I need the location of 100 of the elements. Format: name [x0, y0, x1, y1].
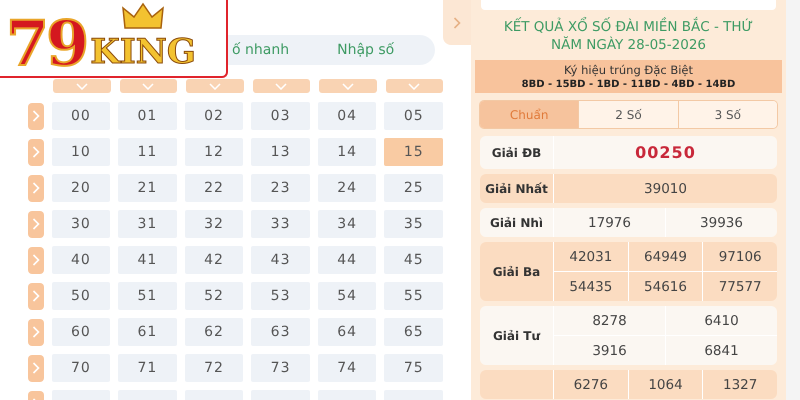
number-cell[interactable]: 23	[251, 174, 310, 202]
chevron-right-icon	[32, 254, 40, 266]
chevron-down-icon	[275, 82, 288, 90]
column-select-button[interactable]	[53, 79, 110, 93]
number-cell[interactable]: 73	[251, 354, 310, 382]
prize-label: Giải Nhất	[485, 182, 548, 196]
number-cell[interactable]: 05	[384, 102, 444, 130]
number-cell[interactable]: 31	[118, 210, 177, 238]
number-cell[interactable]: 34	[318, 210, 376, 238]
number-cell[interactable]: 63	[251, 318, 310, 346]
prize-number: 42031	[569, 248, 612, 264]
number-cell[interactable]: 52	[184, 282, 244, 310]
prize-number: 64949	[644, 248, 687, 264]
number-cell[interactable]: 02	[184, 102, 244, 130]
prize-label: Giải Nhì	[490, 216, 544, 230]
number-cell[interactable]: 04	[318, 102, 376, 130]
number-cell[interactable]: 15	[384, 138, 444, 166]
number-cell[interactable]: 62	[184, 318, 244, 346]
number-cell[interactable]: 51	[118, 282, 177, 310]
number-cell[interactable]: 12	[184, 138, 244, 166]
number-cell[interactable]: 50	[52, 282, 110, 310]
row-select-button[interactable]	[28, 282, 44, 310]
chevron-right-icon	[32, 110, 40, 122]
number-cell[interactable]: 53	[251, 282, 310, 310]
chevron-right-icon[interactable]	[443, 0, 471, 45]
column-select-button[interactable]	[252, 79, 310, 93]
number-cell[interactable]: 43	[251, 246, 310, 274]
symbols-label: Ký hiệu trúng Đặc Biệt	[564, 63, 694, 77]
number-cell[interactable]: 74	[318, 354, 376, 382]
chevron-down-icon	[142, 82, 154, 90]
chevron-down-icon	[76, 82, 88, 90]
chevron-right-icon	[32, 182, 40, 194]
number-cell[interactable]: 25	[384, 174, 444, 202]
row-select-button[interactable]	[28, 174, 44, 202]
prize-number: 39010	[644, 180, 687, 196]
prize-label: Giải ĐB	[492, 146, 542, 160]
number-cell[interactable]: 03	[251, 102, 310, 130]
prize-number: 54435	[569, 278, 612, 294]
number-cell[interactable]: 55	[384, 282, 444, 310]
results-title: KẾT QUẢ XỔ SỐ ĐÀI MIỀN BẮC - THỨ NĂM NGÀY 28-05-2026	[494, 18, 764, 54]
chevron-right-icon	[32, 146, 40, 158]
number-cell[interactable]: 20	[52, 174, 110, 202]
number-cell[interactable]: 71	[118, 354, 177, 382]
number-cell[interactable]: 33	[251, 210, 310, 238]
prize-number: 6841	[704, 342, 739, 358]
number-cell[interactable]: 00	[52, 102, 110, 130]
number-cell[interactable]: 35	[384, 210, 444, 238]
row-select-button[interactable]	[28, 318, 44, 346]
column-select-button[interactable]	[319, 79, 376, 93]
prize-number: 3916	[592, 342, 627, 358]
prize-number: 97106	[718, 248, 762, 264]
number-cell[interactable]: 14	[318, 138, 376, 166]
number-cell[interactable]: 54	[318, 282, 376, 310]
prize-label: Giải Ba	[492, 264, 540, 278]
prize-number: 6410	[704, 312, 739, 328]
number-cell[interactable]: 32	[184, 210, 244, 238]
number-cell[interactable]: 13	[251, 138, 310, 166]
number-cell[interactable]: 42	[184, 246, 244, 274]
prize-number: 17976	[588, 214, 631, 230]
row-select-button[interactable]	[28, 354, 44, 382]
row-select-button[interactable]	[28, 210, 44, 238]
row-select-button[interactable]	[28, 138, 44, 166]
number-cell[interactable]: 64	[318, 318, 376, 346]
number-cell[interactable]: 44	[318, 246, 376, 274]
prize-number: 54616	[644, 278, 687, 294]
mode-tab[interactable]: 3 Số	[678, 101, 777, 128]
prize-number: 39936	[700, 214, 743, 230]
number-cell[interactable]: 75	[384, 354, 444, 382]
number-cell[interactable]: 45	[384, 246, 444, 274]
prize-number: 00250	[635, 143, 696, 162]
prize-number: 6276	[574, 376, 608, 392]
number-cell[interactable]: 22	[184, 174, 244, 202]
number-cell[interactable]: 41	[118, 246, 177, 274]
number-cell[interactable]: 21	[118, 174, 177, 202]
number-cell[interactable]: 65	[384, 318, 444, 346]
number-cell[interactable]: 60	[52, 318, 110, 346]
row-select-button[interactable]	[28, 102, 44, 130]
chevron-down-icon	[342, 82, 354, 90]
prize-number: 1327	[723, 376, 758, 392]
number-cell[interactable]: 11	[118, 138, 177, 166]
column-select-button[interactable]	[186, 79, 244, 93]
prize-label: Giải Tư	[492, 328, 540, 342]
number-cell[interactable]: 10	[52, 138, 110, 166]
chevron-right-icon	[32, 326, 40, 338]
column-select-button[interactable]	[386, 79, 443, 93]
row-select-button[interactable]	[28, 246, 44, 274]
column-select-button[interactable]	[120, 79, 177, 93]
chevron-right-icon	[32, 362, 40, 374]
crown-icon	[121, 2, 166, 32]
number-cell[interactable]: 72	[184, 354, 244, 382]
number-cell[interactable]: 70	[52, 354, 110, 382]
prize-number: 1064	[648, 376, 683, 392]
number-cell[interactable]: 01	[118, 102, 177, 130]
prize-number: 77577	[718, 278, 762, 294]
number-cell[interactable]: 30	[52, 210, 110, 238]
search-field[interactable]	[481, 0, 776, 10]
number-cell[interactable]: 24	[318, 174, 376, 202]
number-cell[interactable]: 40	[52, 246, 110, 274]
chevron-down-icon	[208, 82, 221, 90]
number-cell[interactable]: 61	[118, 318, 177, 346]
